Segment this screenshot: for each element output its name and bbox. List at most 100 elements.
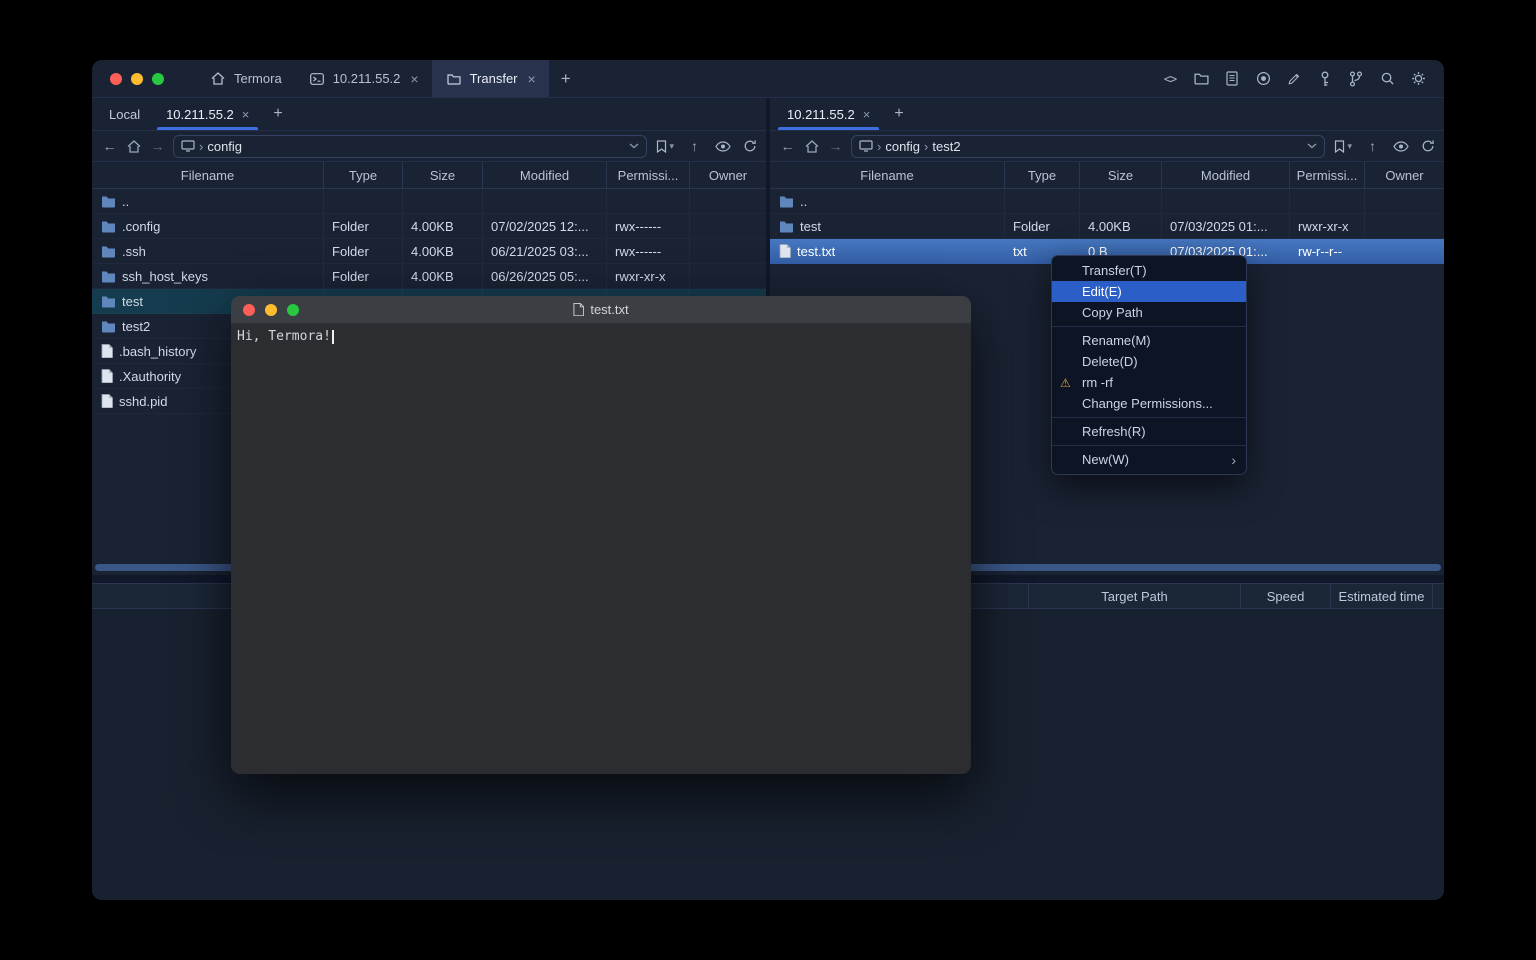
context-menu-item[interactable]: Copy Path bbox=[1052, 302, 1246, 323]
left-new-tab-button[interactable]: + bbox=[262, 98, 293, 130]
column-header-permissions[interactable]: Permissi... bbox=[607, 162, 690, 188]
code-icon[interactable]: <> bbox=[1161, 70, 1179, 88]
context-menu-item[interactable]: Rename(M) bbox=[1052, 330, 1246, 351]
close-window-button[interactable] bbox=[110, 73, 122, 85]
tab-termora[interactable]: Termora bbox=[196, 60, 295, 97]
transfer-col-target-path[interactable]: Target Path bbox=[1028, 584, 1240, 608]
file-name-cell: test bbox=[770, 214, 1005, 239]
tab-label: Local bbox=[109, 107, 140, 122]
file-type: Folder bbox=[1005, 214, 1080, 239]
folder-icon[interactable] bbox=[1192, 70, 1210, 88]
file-size bbox=[1080, 189, 1162, 214]
refresh-button[interactable] bbox=[743, 139, 757, 153]
new-tab-button[interactable]: + bbox=[549, 60, 583, 97]
close-tab-icon[interactable]: × bbox=[863, 107, 871, 122]
editor-minimize-button[interactable] bbox=[265, 304, 277, 316]
show-hidden-button[interactable] bbox=[715, 141, 731, 152]
column-header-size[interactable]: Size bbox=[403, 162, 483, 188]
home-button[interactable] bbox=[125, 140, 142, 153]
record-icon[interactable] bbox=[1254, 70, 1272, 88]
pencil-icon[interactable] bbox=[1285, 70, 1303, 88]
breadcrumb-item[interactable]: config bbox=[885, 139, 920, 154]
file-modified: 06/26/2025 05:... bbox=[483, 264, 607, 289]
show-hidden-button[interactable] bbox=[1393, 141, 1409, 152]
column-header-permissions[interactable]: Permissi... bbox=[1290, 162, 1365, 188]
back-button[interactable]: ← bbox=[779, 138, 796, 154]
breadcrumb-item[interactable]: config bbox=[207, 139, 242, 154]
left-tab-10-211-55-2[interactable]: 10.211.55.2 × bbox=[153, 98, 262, 130]
file-name-cell: ssh_host_keys bbox=[92, 264, 324, 289]
file-row[interactable]: test Folder 4.00KB 07/03/2025 01:... rwx… bbox=[770, 214, 1444, 239]
file-row[interactable]: .. bbox=[92, 189, 766, 214]
refresh-button[interactable] bbox=[1421, 139, 1435, 153]
forward-button[interactable]: → bbox=[827, 138, 844, 154]
file-row[interactable]: .ssh Folder 4.00KB 06/21/2025 03:... rwx… bbox=[92, 239, 766, 264]
settings-icon[interactable] bbox=[1409, 70, 1427, 88]
right-table-header: Filename Type Size Modified Permissi... … bbox=[770, 162, 1444, 189]
home-button[interactable] bbox=[803, 140, 820, 153]
column-header-type[interactable]: Type bbox=[1005, 162, 1080, 188]
document-icon[interactable] bbox=[1223, 70, 1241, 88]
editor-close-button[interactable] bbox=[243, 304, 255, 316]
file-type: Folder bbox=[324, 264, 403, 289]
right-tab-10-211-55-2[interactable]: 10.211.55.2 × bbox=[774, 98, 883, 130]
caret-down-icon: ▾ bbox=[669, 141, 674, 152]
right-new-tab-button[interactable]: + bbox=[883, 98, 914, 130]
file-row[interactable]: .config Folder 4.00KB 07/02/2025 12:... … bbox=[92, 214, 766, 239]
folder-icon bbox=[779, 195, 794, 208]
bookmark-button[interactable]: ▾ bbox=[656, 140, 674, 153]
chevron-down-icon[interactable] bbox=[1307, 143, 1317, 149]
column-header-filename[interactable]: Filename bbox=[770, 162, 1005, 188]
left-path-actions: ▾ ↑ bbox=[654, 138, 757, 154]
window-tabs: Termora 10.211.55.2 × Transfer × + bbox=[196, 60, 583, 97]
file-row[interactable]: .. bbox=[770, 189, 1444, 214]
context-menu-item[interactable]: Refresh(R) bbox=[1052, 421, 1246, 442]
tab-transfer[interactable]: Transfer × bbox=[432, 60, 549, 97]
left-panel-tabs: Local 10.211.55.2 × + bbox=[92, 98, 766, 131]
close-tab-icon[interactable]: × bbox=[242, 107, 250, 122]
forward-button[interactable]: → bbox=[149, 138, 166, 154]
editor-titlebar[interactable]: test.txt bbox=[231, 296, 971, 324]
close-tab-icon[interactable]: × bbox=[410, 71, 418, 87]
zoom-window-button[interactable] bbox=[152, 73, 164, 85]
close-tab-icon[interactable]: × bbox=[528, 71, 536, 87]
back-button[interactable]: ← bbox=[101, 138, 118, 154]
column-header-type[interactable]: Type bbox=[324, 162, 403, 188]
file-modified: 07/03/2025 01:... bbox=[1162, 214, 1290, 239]
submenu-arrow-icon: › bbox=[1231, 452, 1236, 468]
context-menu-item[interactable]: Edit(E) bbox=[1052, 281, 1246, 302]
context-menu-item[interactable]: Transfer(T) bbox=[1052, 260, 1246, 281]
branch-icon[interactable] bbox=[1347, 70, 1365, 88]
right-address-bar[interactable]: › config › test2 bbox=[851, 135, 1325, 158]
upload-button[interactable]: ↑ bbox=[1364, 138, 1381, 154]
left-address-bar[interactable]: › config bbox=[173, 135, 647, 158]
search-icon[interactable] bbox=[1378, 70, 1396, 88]
upload-button[interactable]: ↑ bbox=[686, 138, 703, 154]
tab-host-10-211-55-2[interactable]: 10.211.55.2 × bbox=[295, 60, 432, 97]
context-menu-item[interactable]: New(W) › bbox=[1052, 449, 1246, 470]
transfer-col-speed[interactable]: Speed bbox=[1240, 584, 1330, 608]
folder-icon bbox=[101, 270, 116, 283]
left-tab-local[interactable]: Local bbox=[96, 98, 153, 130]
file-owner bbox=[1365, 189, 1444, 214]
column-header-modified[interactable]: Modified bbox=[1162, 162, 1290, 188]
column-header-owner[interactable]: Owner bbox=[690, 162, 766, 188]
breadcrumb-item[interactable]: test2 bbox=[932, 139, 960, 154]
transfer-col-estimated-time[interactable]: Estimated time bbox=[1330, 584, 1432, 608]
bookmark-button[interactable]: ▾ bbox=[1334, 140, 1352, 153]
column-header-filename[interactable]: Filename bbox=[92, 162, 324, 188]
context-menu-item[interactable]: ⚠ rm -rf bbox=[1052, 372, 1246, 393]
context-menu-item[interactable]: Delete(D) bbox=[1052, 351, 1246, 372]
file-row[interactable]: ssh_host_keys Folder 4.00KB 06/26/2025 0… bbox=[92, 264, 766, 289]
column-header-modified[interactable]: Modified bbox=[483, 162, 607, 188]
file-name: test bbox=[800, 219, 821, 234]
chevron-down-icon[interactable] bbox=[629, 143, 639, 149]
key-icon[interactable] bbox=[1316, 70, 1334, 88]
eye-icon bbox=[1393, 141, 1409, 152]
column-header-owner[interactable]: Owner bbox=[1365, 162, 1444, 188]
minimize-window-button[interactable] bbox=[131, 73, 143, 85]
editor-zoom-button[interactable] bbox=[287, 304, 299, 316]
editor-content[interactable]: Hi, Termora! bbox=[231, 324, 971, 349]
column-header-size[interactable]: Size bbox=[1080, 162, 1162, 188]
context-menu-item[interactable]: Change Permissions... bbox=[1052, 393, 1246, 414]
